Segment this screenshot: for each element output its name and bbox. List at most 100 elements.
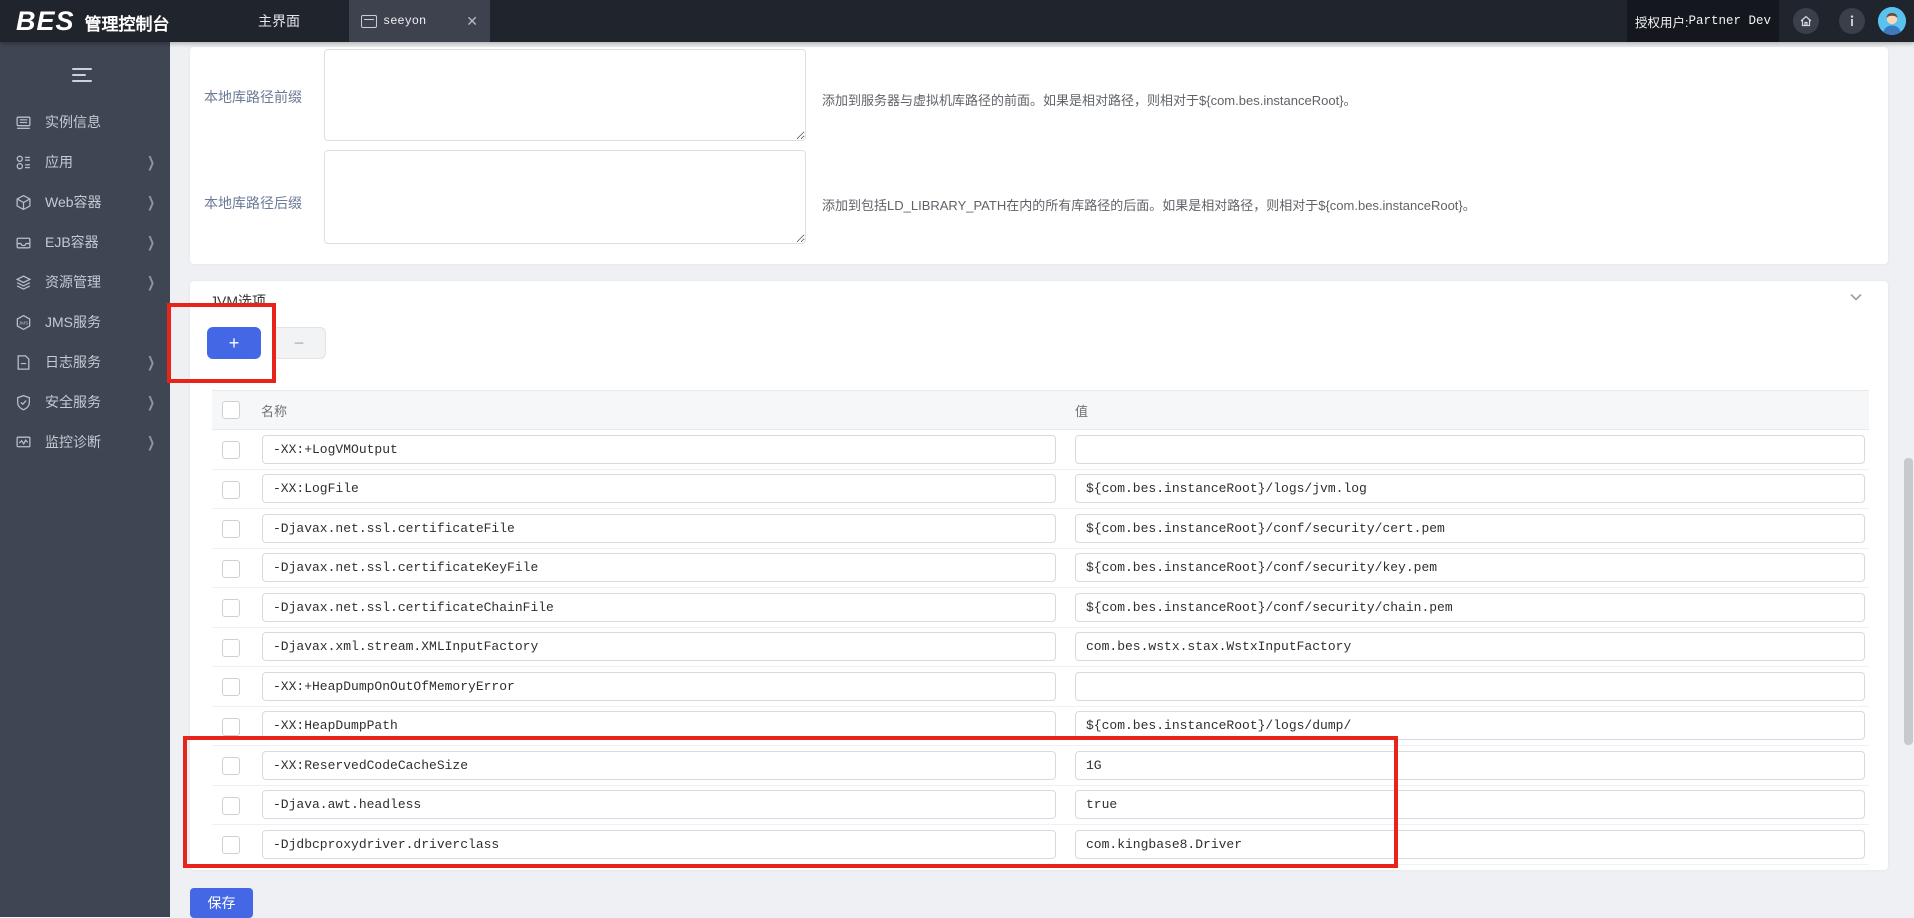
remove-jvm-option-button[interactable]: − bbox=[272, 327, 326, 359]
row-checkbox[interactable] bbox=[222, 678, 240, 696]
sidebar-item-label: JMS服务 bbox=[45, 314, 101, 330]
jvm-option-row bbox=[212, 746, 1869, 786]
chevron-right-icon: ❯ bbox=[147, 233, 156, 251]
avatar[interactable] bbox=[1878, 7, 1906, 35]
row-checkbox[interactable] bbox=[222, 599, 240, 617]
jvm-option-value-input[interactable] bbox=[1075, 474, 1865, 503]
chevron-right-icon: ❯ bbox=[147, 353, 156, 371]
jvm-option-row bbox=[212, 469, 1869, 509]
tab-seeyon[interactable]: seeyon ✕ bbox=[349, 0, 490, 42]
jvm-option-name-input[interactable] bbox=[262, 711, 1056, 740]
bes-logo: BES 管理控制台 bbox=[16, 0, 170, 42]
sidebar-item-6[interactable]: JMS JMS服务 bbox=[0, 302, 170, 342]
row-checkbox[interactable] bbox=[222, 638, 240, 657]
jvm-option-value-input[interactable] bbox=[1075, 513, 1865, 543]
sidebar-item-label: 日志服务 bbox=[45, 354, 101, 370]
native-library-path-card: 本地库路径前缀 添加到服务器与虚拟机库路径的前面。如果是相对路径，则相对于${c… bbox=[190, 47, 1888, 264]
vertical-scrollbar-thumb[interactable] bbox=[1904, 458, 1913, 745]
sidebar-item-9[interactable]: 监控诊断 ❯ bbox=[0, 422, 170, 462]
jvm-option-name-input[interactable] bbox=[262, 474, 1056, 503]
security-icon bbox=[15, 394, 32, 411]
chevron-right-icon: ❯ bbox=[147, 433, 156, 451]
native-lib-prefix-description: 添加到服务器与虚拟机库路径的前面。如果是相对路径，则相对于${com.bes.i… bbox=[822, 93, 1357, 108]
sidebar-item-label: 资源管理 bbox=[45, 274, 101, 290]
logo-bes-text: BES bbox=[16, 6, 75, 36]
jvm-option-value-input[interactable] bbox=[1075, 790, 1865, 819]
row-checkbox[interactable] bbox=[222, 836, 240, 854]
jvm-option-row bbox=[212, 785, 1869, 825]
jvm-option-row bbox=[212, 706, 1869, 746]
jvm-option-row bbox=[212, 509, 1869, 549]
logo-console-text: 管理控制台 bbox=[84, 15, 170, 34]
sidebar-item-1[interactable]: 实例信息 bbox=[0, 102, 170, 142]
chevron-right-icon: ❯ bbox=[147, 393, 156, 411]
tab-label: seeyon bbox=[383, 14, 427, 28]
sidebar-item-label: 安全服务 bbox=[45, 394, 101, 410]
main-screen-menu[interactable]: 主界面 bbox=[258, 0, 300, 42]
jvm-option-value-input[interactable] bbox=[1075, 632, 1865, 661]
jvm-option-row bbox=[212, 627, 1869, 667]
sidebar: 实例信息 应用 ❯ Web容器 ❯ EJB容器 ❯ 资源管理 ❯ JMS JMS服务 日志服务 ❯ 安全服… bbox=[0, 42, 170, 917]
web-container-icon bbox=[15, 194, 32, 211]
chevron-right-icon: ❯ bbox=[147, 273, 156, 291]
sidebar-item-label: Web容器 bbox=[45, 194, 102, 210]
auth-user-badge: 授权用户: Partner Dev bbox=[1627, 0, 1779, 42]
chevron-down-icon[interactable] bbox=[1850, 293, 1862, 301]
row-checkbox[interactable] bbox=[222, 559, 240, 578]
sidebar-item-3[interactable]: Web容器 ❯ bbox=[0, 182, 170, 222]
row-checkbox[interactable] bbox=[222, 520, 240, 538]
jvm-option-row bbox=[212, 825, 1869, 865]
sidebar-item-5[interactable]: 资源管理 ❯ bbox=[0, 262, 170, 302]
add-jvm-option-button[interactable]: + bbox=[207, 327, 261, 359]
jvm-option-name-input[interactable] bbox=[262, 592, 1056, 622]
jvm-option-name-input[interactable] bbox=[262, 829, 1056, 859]
jvm-options-table: 名称 值 bbox=[212, 390, 1869, 865]
jms-icon: JMS bbox=[15, 314, 32, 331]
jvm-option-value-input[interactable] bbox=[1075, 553, 1865, 582]
native-lib-suffix-textarea[interactable] bbox=[324, 150, 806, 244]
jvm-option-name-input[interactable] bbox=[262, 513, 1056, 543]
save-button[interactable]: 保存 bbox=[190, 888, 253, 918]
sidebar-item-label: 实例信息 bbox=[45, 114, 101, 130]
sidebar-item-label: EJB容器 bbox=[45, 234, 99, 250]
row-checkbox[interactable] bbox=[222, 441, 240, 459]
auth-user-name: Partner Dev bbox=[1688, 14, 1771, 28]
close-icon[interactable]: ✕ bbox=[466, 14, 478, 28]
sidebar-item-2[interactable]: 应用 ❯ bbox=[0, 142, 170, 182]
jvm-option-value-input[interactable] bbox=[1075, 829, 1865, 859]
row-checkbox[interactable] bbox=[222, 757, 240, 775]
auth-user-prefix: 授权用户: bbox=[1635, 15, 1689, 30]
log-icon bbox=[15, 354, 32, 371]
row-checkbox[interactable] bbox=[222, 796, 240, 815]
jvm-option-value-input[interactable] bbox=[1075, 711, 1865, 740]
native-lib-prefix-textarea[interactable] bbox=[324, 49, 806, 141]
jvm-option-name-input[interactable] bbox=[262, 553, 1056, 582]
sidebar-item-8[interactable]: 安全服务 ❯ bbox=[0, 382, 170, 422]
jvm-option-value-input[interactable] bbox=[1075, 592, 1865, 622]
sidebar-item-7[interactable]: 日志服务 ❯ bbox=[0, 342, 170, 382]
svg-text:JMS: JMS bbox=[19, 320, 29, 326]
jvm-option-row bbox=[212, 588, 1869, 628]
collapse-menu-icon[interactable] bbox=[72, 68, 92, 82]
jvm-option-name-input[interactable] bbox=[262, 790, 1056, 819]
chevron-right-icon: ❯ bbox=[147, 193, 156, 211]
jvm-option-value-input[interactable] bbox=[1075, 434, 1865, 464]
jvm-option-name-input[interactable] bbox=[262, 750, 1056, 780]
sidebar-item-label: 监控诊断 bbox=[45, 434, 101, 450]
select-all-checkbox[interactable] bbox=[222, 401, 240, 419]
jvm-option-value-input[interactable] bbox=[1075, 750, 1865, 780]
home-icon[interactable] bbox=[1793, 8, 1819, 34]
sidebar-item-4[interactable]: EJB容器 ❯ bbox=[0, 222, 170, 262]
row-checkbox[interactable] bbox=[222, 480, 240, 499]
jvm-option-value-input[interactable] bbox=[1075, 671, 1865, 701]
jvm-option-name-input[interactable] bbox=[262, 671, 1056, 701]
column-header-value: 值 bbox=[1075, 403, 1089, 419]
jvm-option-name-input[interactable] bbox=[262, 632, 1056, 661]
native-lib-suffix-description: 添加到包括LD_LIBRARY_PATH在内的所有库路径的后面。如果是相对路径，… bbox=[822, 198, 1476, 213]
jvm-option-row bbox=[212, 430, 1869, 470]
jvm-option-row bbox=[212, 548, 1869, 588]
info-icon[interactable] bbox=[1839, 8, 1865, 34]
jvm-option-name-input[interactable] bbox=[262, 434, 1056, 464]
row-checkbox[interactable] bbox=[222, 717, 240, 736]
app-icon bbox=[15, 154, 32, 171]
